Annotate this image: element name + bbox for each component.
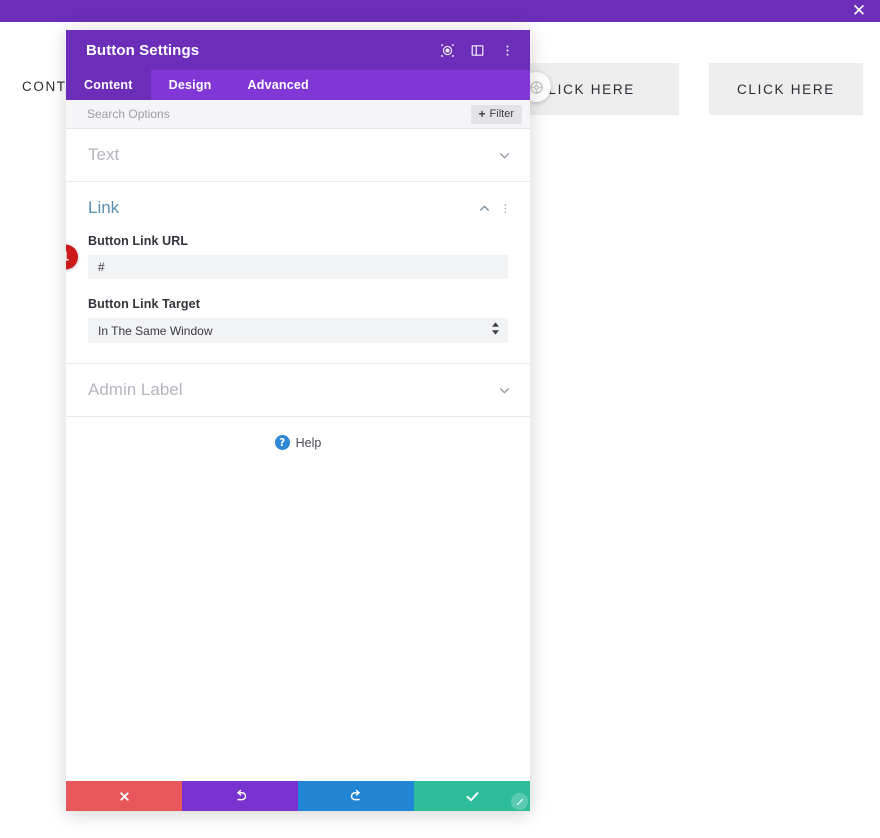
question-mark-icon: ? [274,435,290,450]
filter-label: Filter [489,108,514,120]
screen-root: ✕ CONTA CLICK HERE CLICK HERE Button Set… [0,0,880,838]
help-link[interactable]: ? Help [66,417,530,468]
button-link-url-input[interactable] [88,255,508,279]
modal-tabs: Content Design Advanced [66,70,530,100]
gear-icon [529,80,543,94]
tab-content[interactable]: Content [66,70,151,100]
panel-layout-icon[interactable] [469,42,485,58]
tab-design[interactable]: Design [151,70,230,100]
cancel-button[interactable] [66,781,182,811]
section-link: Link Button Link URL # Button Link Targe… [66,182,530,364]
section-link-body: Button Link URL 1 Button Link Target [66,234,530,363]
focus-target-icon[interactable] [439,42,455,58]
button-settings-modal: Button Settings Content Design Advanced … [66,30,530,811]
section-text-title: Text [88,145,120,164]
redo-button[interactable] [298,781,414,811]
button-link-url-label: Button Link URL [88,234,189,248]
modal-title: Button Settings [86,41,200,59]
resize-handle[interactable] [511,793,528,810]
modal-footer [66,781,530,811]
help-label: Help [295,435,322,450]
modal-header: Button Settings [66,30,530,70]
section-admin-label-title: Admin Label [88,380,183,399]
button-link-target-select[interactable] [88,318,508,343]
modal-header-actions [439,42,518,58]
tab-advanced[interactable]: Advanced [230,70,327,100]
plus-icon: + [478,107,486,121]
more-vertical-icon[interactable] [499,42,515,58]
click-here-button-2[interactable]: CLICK HERE [709,63,863,115]
field-button-link-target: Button Link Target [88,297,508,343]
section-text: Text [66,129,530,182]
chevron-up-icon [476,200,492,216]
search-row: + Filter [66,100,530,129]
field-button-link-url: Button Link URL 1 [66,234,508,279]
modal-body: Text Link Button Link URL # Button Link … [66,129,530,781]
close-icon[interactable]: ✕ [846,0,872,22]
section-link-title: Link [88,198,120,217]
undo-button[interactable] [182,781,298,811]
section-text-header[interactable]: Text [66,129,530,181]
section-link-more-icon[interactable] [498,202,512,215]
step-badge-1: 1 [66,244,78,269]
chevron-down-icon [496,382,512,398]
chevron-down-icon [496,147,512,163]
search-input[interactable] [87,107,471,121]
filter-button[interactable]: + Filter [470,104,522,124]
section-admin-label-header[interactable]: Admin Label [66,364,530,416]
section-admin-label: Admin Label [66,364,530,417]
section-link-header[interactable]: Link [66,182,530,234]
top-bar: ✕ [0,0,880,22]
button-link-target-label: Button Link Target [88,297,200,311]
